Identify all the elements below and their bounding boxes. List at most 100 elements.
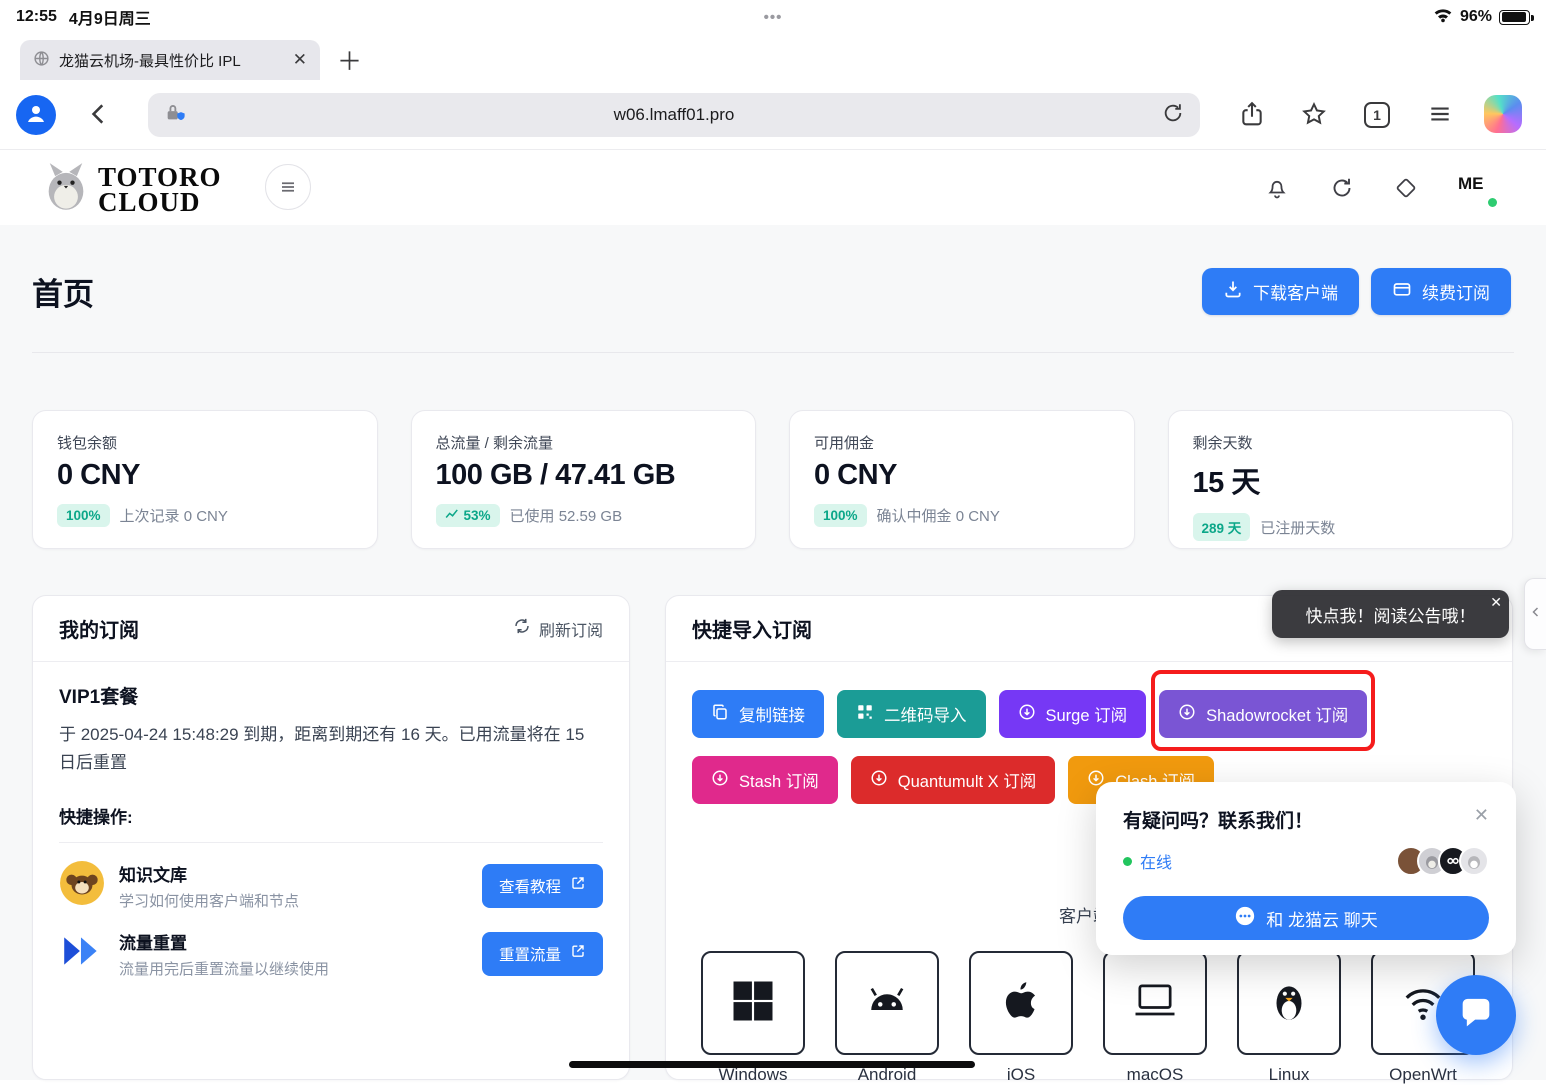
action-desc: 学习如何使用客户端和节点 (119, 890, 299, 911)
address-bar[interactable]: w06.lmaff01.pro (148, 93, 1200, 137)
qr-import-button[interactable]: 二维码导入 (837, 690, 986, 738)
platform-macos[interactable]: macOS (1103, 951, 1207, 1085)
bookmark-star-icon[interactable] (1300, 100, 1328, 128)
profile-avatar[interactable]: ME (1458, 174, 1484, 194)
chat-bubble-icon (1456, 993, 1496, 1038)
panel-title: 我的订阅 (59, 614, 139, 643)
globe-icon (33, 50, 50, 71)
wallet-icon (1392, 279, 1412, 304)
menu-icon[interactable] (1426, 100, 1454, 128)
chat-with-us-button[interactable]: 和 龙猫云 聊天 (1123, 896, 1489, 940)
page-title: 首页 (32, 269, 94, 314)
stat-card-days: 剩余天数 15 天 289 天 已注册天数 (1168, 410, 1514, 549)
view-tutorial-button[interactable]: 查看教程 (482, 864, 603, 908)
logo-text-line2: CLOUD (98, 190, 222, 215)
cloud-download-icon (1178, 703, 1196, 726)
wifi-icon (1433, 7, 1453, 28)
browser-toolbar: w06.lmaff01.pro 1 (0, 80, 1546, 150)
stat-label: 总流量 / 剩余流量 (436, 432, 732, 453)
close-icon[interactable]: ✕ (1474, 806, 1489, 824)
chat-fab-button[interactable] (1436, 975, 1516, 1055)
stat-label: 剩余天数 (1193, 432, 1489, 453)
cloud-download-icon (1018, 703, 1036, 726)
battery-percent: 96% (1460, 8, 1492, 26)
copy-link-button[interactable]: 复制链接 (692, 690, 824, 738)
battery-icon (1499, 10, 1530, 25)
action-title: 流量重置 (119, 929, 329, 954)
chevron-left-icon (1530, 605, 1542, 624)
online-status-label: 在线 (1140, 849, 1172, 873)
browser-tab[interactable]: 龙猫云机场-最具性价比 IPL ✕ (20, 40, 320, 80)
site-menu-button[interactable] (265, 164, 311, 210)
platform-ios[interactable]: iOS (969, 951, 1073, 1085)
person-icon (24, 101, 48, 130)
lock-shield-icon (164, 102, 186, 129)
multitask-dots-icon[interactable]: ••• (764, 9, 783, 26)
knowledge-base-row: 知识文库 学习如何使用客户端和节点 查看教程 (59, 860, 603, 911)
refresh-subscription-button[interactable]: 刷新订阅 (513, 617, 603, 641)
download-client-button[interactable]: 下载客户端 (1202, 268, 1359, 315)
download-client-label: 下载客户端 (1253, 279, 1338, 304)
back-button[interactable] (86, 100, 112, 133)
close-tab-icon[interactable]: ✕ (293, 50, 307, 70)
divider (59, 842, 603, 843)
penguin-icon (1264, 976, 1314, 1031)
clock: 12:55 (16, 8, 57, 26)
knowledge-base-icon (59, 860, 105, 911)
status-bar: 12:55 4月9日周三 ••• 96% (0, 0, 1546, 34)
chat-popup-title: 有疑问吗？联系我们！ (1123, 806, 1313, 833)
bell-icon[interactable] (1263, 174, 1291, 202)
side-panel-handle[interactable] (1524, 578, 1546, 650)
profile-button[interactable] (16, 95, 56, 135)
copilot-icon[interactable] (1484, 95, 1522, 133)
sync-icon[interactable] (1328, 174, 1356, 202)
stat-card-traffic: 总流量 / 剩余流量 100 GB / 47.41 GB 53% 已使用 52.… (411, 410, 757, 549)
plan-name: VIP1套餐 (59, 682, 603, 709)
status-badge: 100% (814, 504, 867, 527)
cloud-download-icon (870, 769, 888, 792)
close-icon[interactable]: ✕ (1490, 594, 1502, 611)
panel-title: 快捷导入订阅 (692, 614, 812, 643)
refresh-label: 刷新订阅 (539, 617, 603, 641)
status-badge: 53% (436, 504, 500, 527)
stash-subscribe-button[interactable]: Stash 订阅 (692, 756, 838, 804)
stat-card-commission: 可用佣金 0 CNY 100% 确认中佣金 0 CNY (789, 410, 1135, 549)
platform-linux[interactable]: Linux (1237, 951, 1341, 1085)
android-icon (860, 974, 914, 1033)
trend-chart-icon (445, 508, 459, 523)
external-link-icon (570, 943, 586, 964)
surge-subscribe-button[interactable]: Surge 订阅 (999, 690, 1147, 738)
qr-code-icon (856, 703, 874, 726)
laptop-icon (1129, 975, 1181, 1032)
tab-bar: 龙猫云机场-最具性价比 IPL ✕ ＋ (0, 34, 1546, 80)
share-icon[interactable] (1238, 100, 1266, 128)
import-buttons-row-1: 复制链接 二维码导入 Surge 订阅 (692, 690, 1486, 738)
online-status-dot (1488, 198, 1497, 207)
external-link-icon (570, 875, 586, 896)
stat-value: 100 GB / 47.41 GB (436, 459, 732, 492)
logo-text-line1: TOTORO (98, 165, 222, 190)
announcement-tooltip[interactable]: 快点我！阅读公告哦！ ✕ (1272, 590, 1509, 638)
status-badge: 100% (57, 504, 110, 527)
stat-note: 已注册天数 (1260, 517, 1335, 538)
date: 4月9日周三 (69, 5, 151, 29)
totoro-logo-icon (40, 161, 92, 218)
refresh-icon (513, 617, 531, 640)
quantumult-subscribe-button[interactable]: Quantumult X 订阅 (851, 756, 1055, 804)
quick-actions-label: 快捷操作: (59, 803, 603, 828)
reload-icon[interactable] (1162, 102, 1184, 129)
apple-icon (996, 976, 1046, 1031)
chat-popup: 有疑问吗？联系我们！ ✕ 在线 和 龙猫云 聊天 (1096, 782, 1516, 955)
reset-traffic-button[interactable]: 重置流量 (482, 932, 603, 976)
diamond-icon[interactable] (1392, 174, 1420, 202)
home-indicator[interactable] (569, 1061, 975, 1068)
divider (32, 352, 1514, 353)
stat-note: 已使用 52.59 GB (510, 505, 623, 526)
renew-subscription-button[interactable]: 续费订阅 (1371, 268, 1511, 315)
new-tab-button[interactable]: ＋ (337, 42, 362, 78)
action-desc: 流量用完后重置流量以继续使用 (119, 958, 329, 979)
tabs-button[interactable]: 1 (1364, 102, 1390, 128)
shadowrocket-subscribe-button[interactable]: Shadowrocket 订阅 (1159, 690, 1367, 738)
site-logo[interactable]: TOTORO CLOUD (40, 161, 222, 218)
status-badge: 289 天 (1193, 513, 1251, 541)
